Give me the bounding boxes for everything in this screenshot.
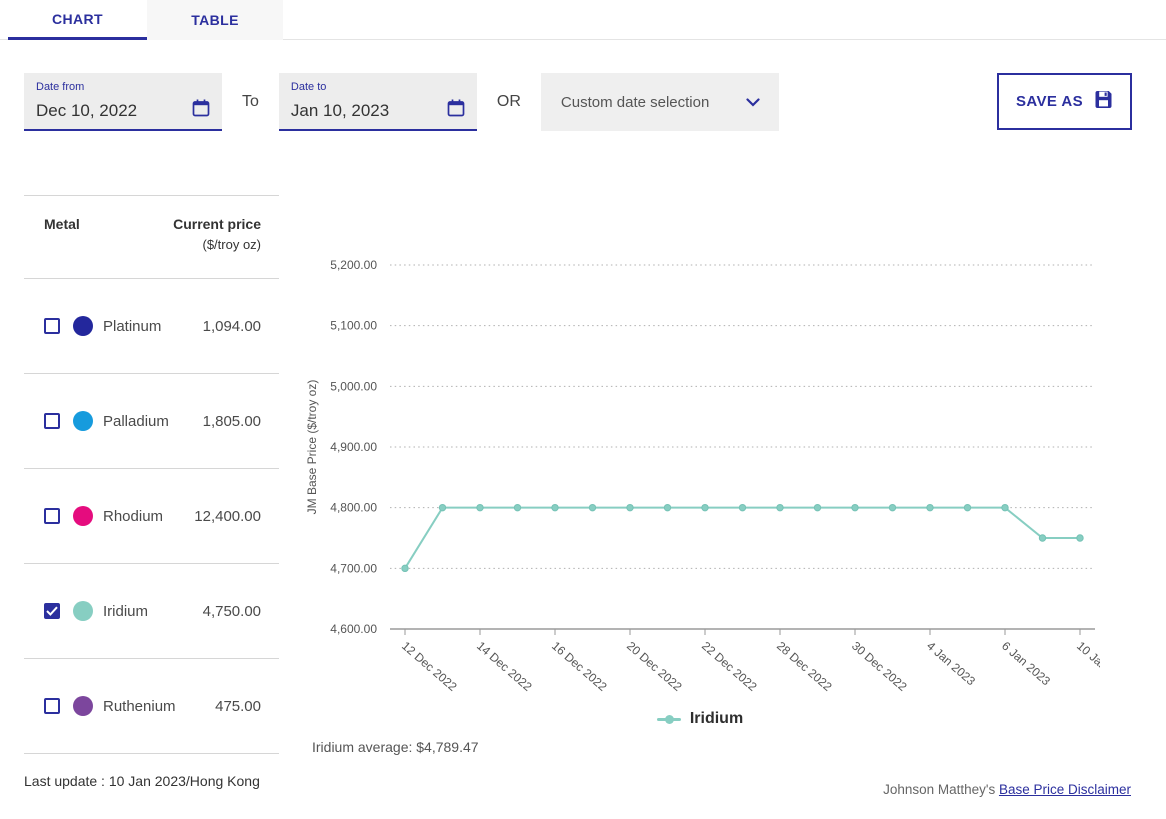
custom-date-select-value: Custom date selection: [560, 93, 710, 111]
svg-text:4,600.00: 4,600.00: [330, 622, 377, 636]
date-from-value: Dec 10, 2022: [36, 100, 138, 120]
metal-checkbox[interactable]: [44, 603, 60, 619]
price-column-header: Current price: [173, 216, 261, 232]
average-note: Iridium average: $4,789.47: [312, 739, 479, 755]
svg-text:20 Dec 2022: 20 Dec 2022: [624, 639, 685, 694]
base-price-disclaimer-link[interactable]: Base Price Disclaimer: [999, 782, 1131, 797]
tab-bar: CHART TABLE: [0, 0, 1166, 40]
price-column-unit: ($/troy oz): [202, 237, 261, 252]
svg-text:5,200.00: 5,200.00: [330, 258, 377, 272]
metal-color-dot: [73, 601, 93, 621]
metal-color-dot: [73, 316, 93, 336]
metal-color-dot: [73, 506, 93, 526]
svg-text:6 Jan 2023: 6 Jan 2023: [999, 639, 1053, 689]
svg-text:22 Dec 2022: 22 Dec 2022: [699, 639, 760, 694]
chart-legend[interactable]: Iridium: [300, 706, 1100, 732]
custom-date-select[interactable]: Custom date selection: [540, 73, 779, 131]
svg-text:10 Jan 2023: 10 Jan 2023: [1074, 639, 1100, 693]
svg-text:12 Dec 2022: 12 Dec 2022: [399, 639, 460, 694]
save-as-button[interactable]: SAVE AS: [997, 73, 1132, 130]
metal-checkbox[interactable]: [44, 508, 60, 524]
svg-text:16 Dec 2022: 16 Dec 2022: [549, 639, 610, 694]
disclaimer-footer: Johnson Matthey's Base Price Disclaimer: [883, 782, 1131, 797]
svg-text:5,000.00: 5,000.00: [330, 379, 377, 393]
calendar-icon[interactable]: [446, 98, 466, 123]
save-icon: [1094, 90, 1113, 113]
metals-header: Metal Current price ($/troy oz): [24, 196, 279, 279]
metal-price: 4,750.00: [202, 602, 261, 620]
svg-text:5,100.00: 5,100.00: [330, 319, 377, 333]
date-to-field[interactable]: Date to Jan 10, 2023: [278, 73, 477, 131]
svg-text:14 Dec 2022: 14 Dec 2022: [474, 639, 535, 694]
metal-price: 12,400.00: [194, 507, 261, 525]
to-separator-text: To: [242, 93, 259, 110]
metal-price: 475.00: [215, 697, 261, 715]
metal-checkbox[interactable]: [44, 698, 60, 714]
metal-name: Rhodium: [103, 507, 164, 525]
date-to-label: Date to: [290, 81, 327, 93]
svg-text:JM Base Price ($/troy oz): JM Base Price ($/troy oz): [305, 380, 319, 515]
metal-row-rhodium[interactable]: Rhodium 12,400.00: [24, 469, 279, 564]
tab-table[interactable]: TABLE: [147, 0, 283, 40]
metal-checkbox[interactable]: [44, 413, 60, 429]
metal-price: 1,094.00: [202, 317, 261, 335]
price-line-chart: 4,600.00 4,700.00 4,800.00 4,900.00 5,000.00…: [305, 258, 1133, 694]
metal-row-palladium[interactable]: Palladium 1,805.00: [24, 374, 279, 469]
svg-text:4,700.00: 4,700.00: [330, 561, 377, 575]
disclaimer-prefix: Johnson Matthey's: [883, 782, 999, 797]
legend-label: Iridium: [689, 710, 744, 727]
metal-name: Palladium: [103, 412, 169, 430]
metal-row-iridium[interactable]: Iridium 4,750.00: [24, 564, 279, 659]
save-as-label: SAVE AS: [1016, 93, 1083, 110]
svg-text:4 Jan 2023: 4 Jan 2023: [924, 639, 978, 689]
date-controls: Date from Dec 10, 2022 To Date to Jan 10…: [24, 73, 1142, 131]
metal-name: Platinum: [103, 317, 162, 335]
chevron-down-icon: [746, 94, 760, 111]
last-update-text: Last update : 10 Jan 2023/Hong Kong: [24, 773, 260, 789]
calendar-icon[interactable]: [191, 98, 211, 123]
svg-text:4,800.00: 4,800.00: [330, 501, 377, 515]
svg-text:28 Dec 2022: 28 Dec 2022: [774, 639, 835, 694]
tab-chart[interactable]: CHART: [8, 0, 147, 40]
date-to-value: Jan 10, 2023: [290, 100, 390, 120]
metal-row-ruthenium[interactable]: Ruthenium 475.00: [24, 659, 279, 754]
svg-text:30 Dec 2022: 30 Dec 2022: [849, 639, 910, 694]
metal-row-platinum[interactable]: Platinum 1,094.00: [24, 279, 279, 374]
date-from-label: Date from: [36, 81, 85, 93]
main-content: Metal Current price ($/troy oz) Platinum…: [24, 195, 1142, 789]
date-from-field[interactable]: Date from Dec 10, 2022: [24, 73, 222, 131]
metal-column-header: Metal: [44, 216, 80, 232]
metal-name: Iridium: [103, 602, 149, 620]
metal-name: Ruthenium: [103, 697, 176, 715]
metal-price: 1,805.00: [202, 412, 261, 430]
legend-line-marker-icon: [656, 714, 681, 724]
svg-text:4,900.00: 4,900.00: [330, 440, 377, 454]
or-separator-text: OR: [496, 93, 521, 110]
metal-color-dot: [73, 411, 93, 431]
metal-checkbox[interactable]: [44, 318, 60, 334]
chart-area: 4,600.00 4,700.00 4,800.00 4,900.00 5,000.00…: [300, 195, 1133, 755]
metal-color-dot: [73, 696, 93, 716]
metals-panel: Metal Current price ($/troy oz) Platinum…: [24, 195, 279, 789]
